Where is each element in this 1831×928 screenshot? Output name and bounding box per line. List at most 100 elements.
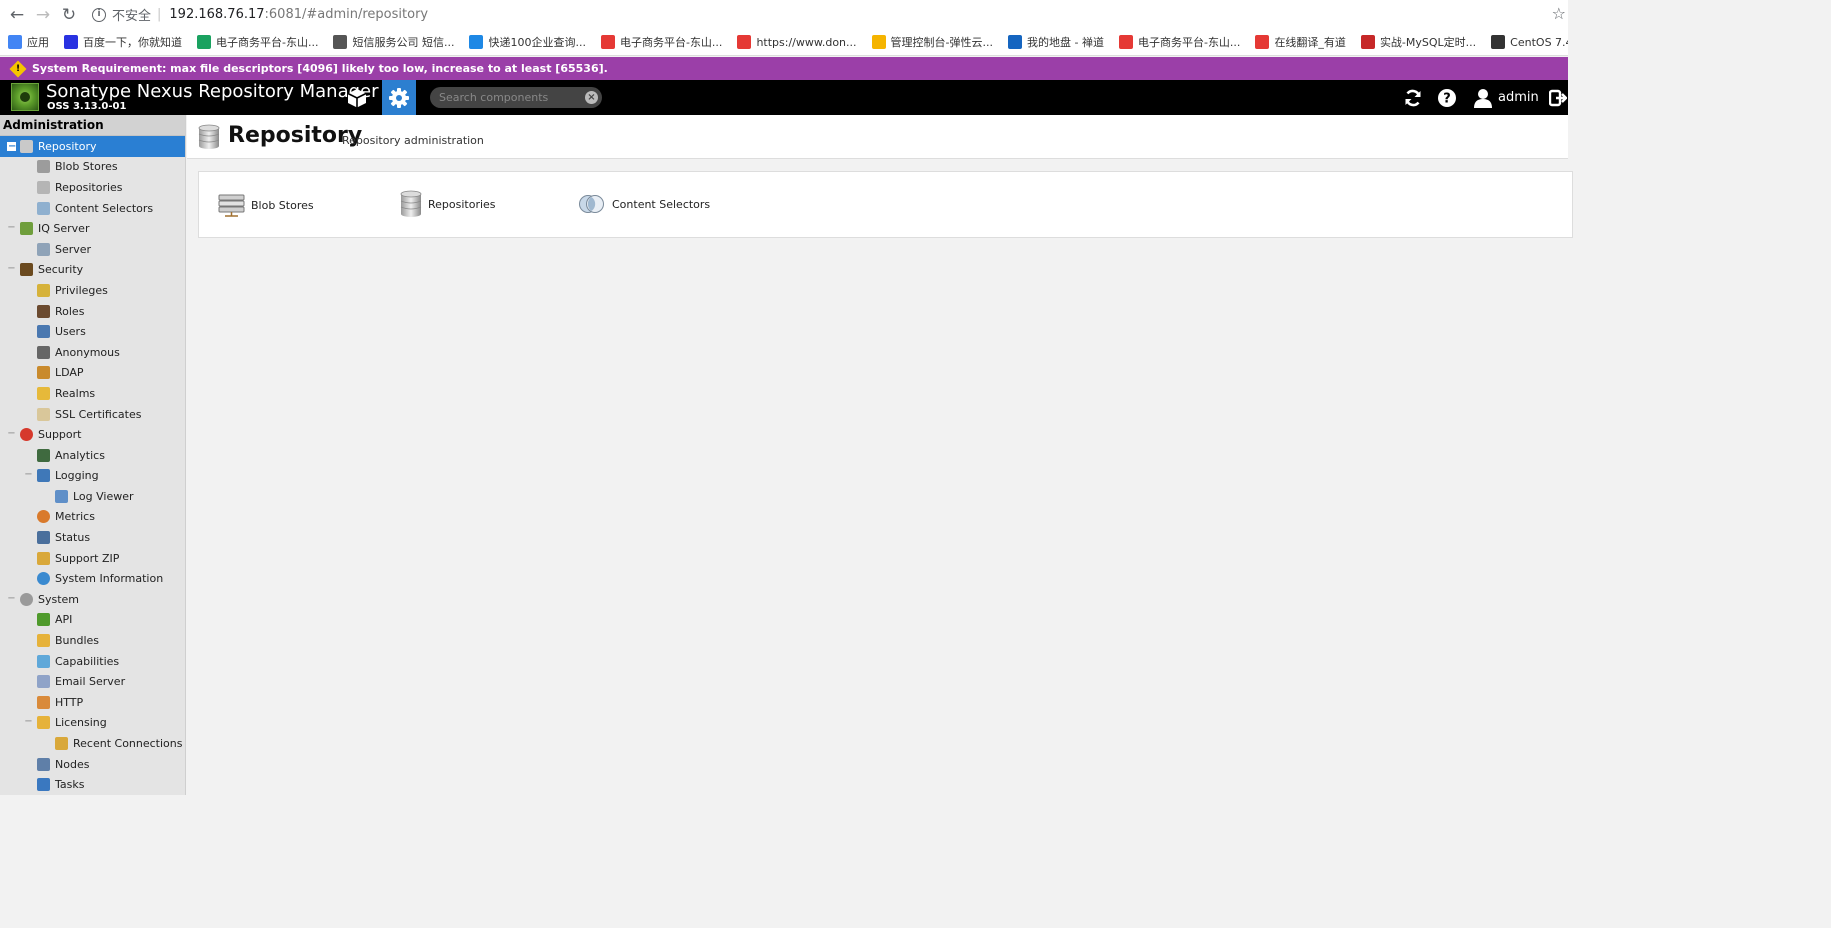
sidebar-item-server[interactable]: Server bbox=[0, 239, 185, 260]
back-button[interactable]: ← bbox=[4, 2, 30, 28]
user-menu[interactable]: admin bbox=[1474, 88, 1539, 108]
bookmark-item[interactable]: https://www.don... bbox=[737, 35, 857, 49]
ldap-icon bbox=[37, 366, 50, 380]
sidebar-item-bundles[interactable]: Bundles bbox=[0, 630, 185, 651]
sidebar-item-label: Realms bbox=[55, 386, 96, 400]
warning-text: System Requirement: max file descriptors… bbox=[32, 62, 608, 75]
page-subtitle: Repository administration bbox=[342, 134, 484, 147]
sidebar-item-label: Repository bbox=[38, 139, 97, 153]
sidebar-item-privileges[interactable]: Privileges bbox=[0, 280, 185, 301]
bookmark-item[interactable]: 我的地盘 - 禅道 bbox=[1008, 34, 1104, 50]
sidebar-item-capabilities[interactable]: Capabilities bbox=[0, 651, 185, 672]
sidebar-item-realms[interactable]: Realms bbox=[0, 383, 185, 404]
refresh-icon bbox=[1405, 89, 1421, 106]
sidebar-item-users[interactable]: Users bbox=[0, 321, 185, 342]
bookmark-item[interactable]: 电子商务平台-东山... bbox=[197, 34, 318, 50]
bookmark-label: 管理控制台-弹性云... bbox=[890, 36, 993, 49]
sidebar-item-support[interactable]: − Support bbox=[0, 424, 185, 445]
sidebar-item-label: Email Server bbox=[55, 675, 126, 689]
refresh-button[interactable] bbox=[1396, 80, 1430, 115]
sidebar-item-label: Anonymous bbox=[55, 345, 120, 359]
sidebar-item-status[interactable]: Status bbox=[0, 527, 185, 548]
sidebar-item-email-server[interactable]: Email Server bbox=[0, 671, 185, 692]
bookmark-item[interactable]: 电子商务平台-东山... bbox=[600, 34, 723, 50]
sidebar-item-system-information[interactable]: System Information bbox=[0, 568, 185, 589]
sidebar-item-iq-server[interactable]: − IQ Server bbox=[0, 218, 185, 239]
roles-icon bbox=[37, 304, 50, 318]
analytics-icon bbox=[37, 448, 50, 462]
main-content: Repository Repository administration Blo… bbox=[187, 115, 1573, 795]
sidebar-item-licensing[interactable]: − Licensing bbox=[0, 713, 185, 734]
bookmark-item[interactable]: 快递100企业查询... bbox=[469, 34, 586, 50]
blob-store-icon bbox=[218, 194, 245, 217]
sidebar-item-tasks[interactable]: Tasks bbox=[0, 774, 185, 795]
sidebar-item-label: Metrics bbox=[55, 510, 95, 524]
sidebar-item-content-selectors[interactable]: Content Selectors bbox=[0, 198, 185, 219]
clear-search-icon[interactable]: × bbox=[585, 91, 598, 104]
forward-button[interactable]: → bbox=[30, 2, 56, 28]
reload-button[interactable]: ↻ bbox=[56, 2, 82, 28]
sidebar-item-support-zip[interactable]: Support ZIP bbox=[0, 548, 185, 569]
sidebar-item-analytics[interactable]: Analytics bbox=[0, 445, 185, 466]
privileges-icon bbox=[37, 283, 50, 297]
search-components-input[interactable]: Search components × bbox=[430, 87, 602, 108]
bookmark-label: 电子商务平台-东山... bbox=[619, 36, 723, 49]
content-selectors-link[interactable]: Content Selectors bbox=[578, 194, 710, 214]
bookmark-label: 我的地盘 - 禅道 bbox=[1027, 36, 1104, 49]
sidebar-item-system[interactable]: − System bbox=[0, 589, 185, 610]
bookmark-item[interactable]: CentOS 7.4无人值... bbox=[1491, 34, 1568, 50]
sidebar-item-repository[interactable]: − Repository bbox=[0, 136, 185, 157]
sidebar-item-ssl-certificates[interactable]: SSL Certificates bbox=[0, 404, 185, 425]
iq-server-icon bbox=[20, 222, 33, 236]
bookmark-star-icon[interactable]: ☆ bbox=[1552, 4, 1566, 23]
sidebar-item-log-viewer[interactable]: Log Viewer bbox=[0, 486, 185, 507]
collapse-toggle-icon[interactable]: − bbox=[7, 429, 16, 439]
sidebar-item-label: Status bbox=[55, 531, 91, 545]
sidebar-item-http[interactable]: HTTP bbox=[0, 692, 185, 713]
help-button[interactable]: ? bbox=[1430, 80, 1464, 115]
bookmark-item[interactable]: 管理控制台-弹性云... bbox=[871, 34, 993, 50]
bookmark-apps[interactable]: 应用 bbox=[8, 34, 49, 50]
sidebar-item-api[interactable]: API bbox=[0, 610, 185, 631]
metrics-icon bbox=[37, 510, 50, 524]
favicon-icon bbox=[469, 35, 484, 49]
collapse-toggle-icon[interactable]: − bbox=[24, 717, 33, 727]
bookmark-item[interactable]: 电子商务平台-东山... bbox=[1118, 34, 1240, 50]
sidebar-item-ldap[interactable]: LDAP bbox=[0, 363, 185, 384]
collapse-toggle-icon[interactable]: − bbox=[24, 470, 33, 480]
browse-button[interactable] bbox=[340, 80, 374, 115]
sidebar-item-metrics[interactable]: Metrics bbox=[0, 507, 185, 528]
svg-text:?: ? bbox=[1443, 91, 1451, 106]
sidebar-item-roles[interactable]: Roles bbox=[0, 301, 185, 322]
collapse-toggle-icon[interactable]: − bbox=[7, 264, 16, 274]
administration-button[interactable] bbox=[382, 80, 416, 115]
sidebar-item-label: Bundles bbox=[55, 634, 100, 648]
bookmark-item[interactable]: 在线翻译_有道 bbox=[1255, 34, 1346, 50]
collapse-toggle-icon[interactable]: − bbox=[7, 593, 16, 604]
bookmark-item[interactable]: 短信服务公司 短信... bbox=[333, 34, 454, 50]
url-field[interactable]: i 不安全 | 192.168.76.17:6081/#admin/reposi… bbox=[92, 2, 1542, 28]
sidebar-item-blob-stores[interactable]: Blob Stores bbox=[0, 157, 185, 178]
bookmark-item[interactable]: 百度一下，你就知道 bbox=[64, 34, 182, 50]
site-info-icon[interactable]: i bbox=[92, 7, 106, 22]
admin-tree: − Repository Blob Stores Repositories Conten… bbox=[0, 136, 185, 795]
status-icon bbox=[37, 531, 50, 545]
bookmark-item[interactable]: 实战-MySQL定时... bbox=[1360, 34, 1476, 50]
collapse-toggle-icon[interactable]: − bbox=[7, 223, 16, 233]
sidebar-item-recent-connections[interactable]: Recent Connections bbox=[0, 733, 185, 754]
bookmark-label: 在线翻译_有道 bbox=[1274, 36, 1346, 49]
sidebar-item-nodes[interactable]: Nodes bbox=[0, 754, 185, 775]
sidebar-item-anonymous[interactable]: Anonymous bbox=[0, 342, 185, 363]
collapse-toggle-icon[interactable]: − bbox=[7, 141, 16, 151]
sidebar-item-security[interactable]: − Security bbox=[0, 260, 185, 281]
sign-out-button[interactable] bbox=[1545, 80, 1571, 115]
gear-icon bbox=[389, 87, 409, 108]
sidebar-item-logging[interactable]: − Logging bbox=[0, 466, 185, 487]
blob-stores-link[interactable]: Blob Stores bbox=[218, 192, 314, 218]
sidebar-item-label: Nodes bbox=[55, 757, 90, 771]
repositories-link[interactable]: Repositories bbox=[400, 190, 496, 218]
sidebar-item-repositories[interactable]: Repositories bbox=[0, 177, 185, 198]
insecure-label: 不安全 bbox=[112, 9, 152, 24]
nexus-logo[interactable] bbox=[11, 83, 39, 111]
capabilities-icon bbox=[37, 654, 50, 668]
